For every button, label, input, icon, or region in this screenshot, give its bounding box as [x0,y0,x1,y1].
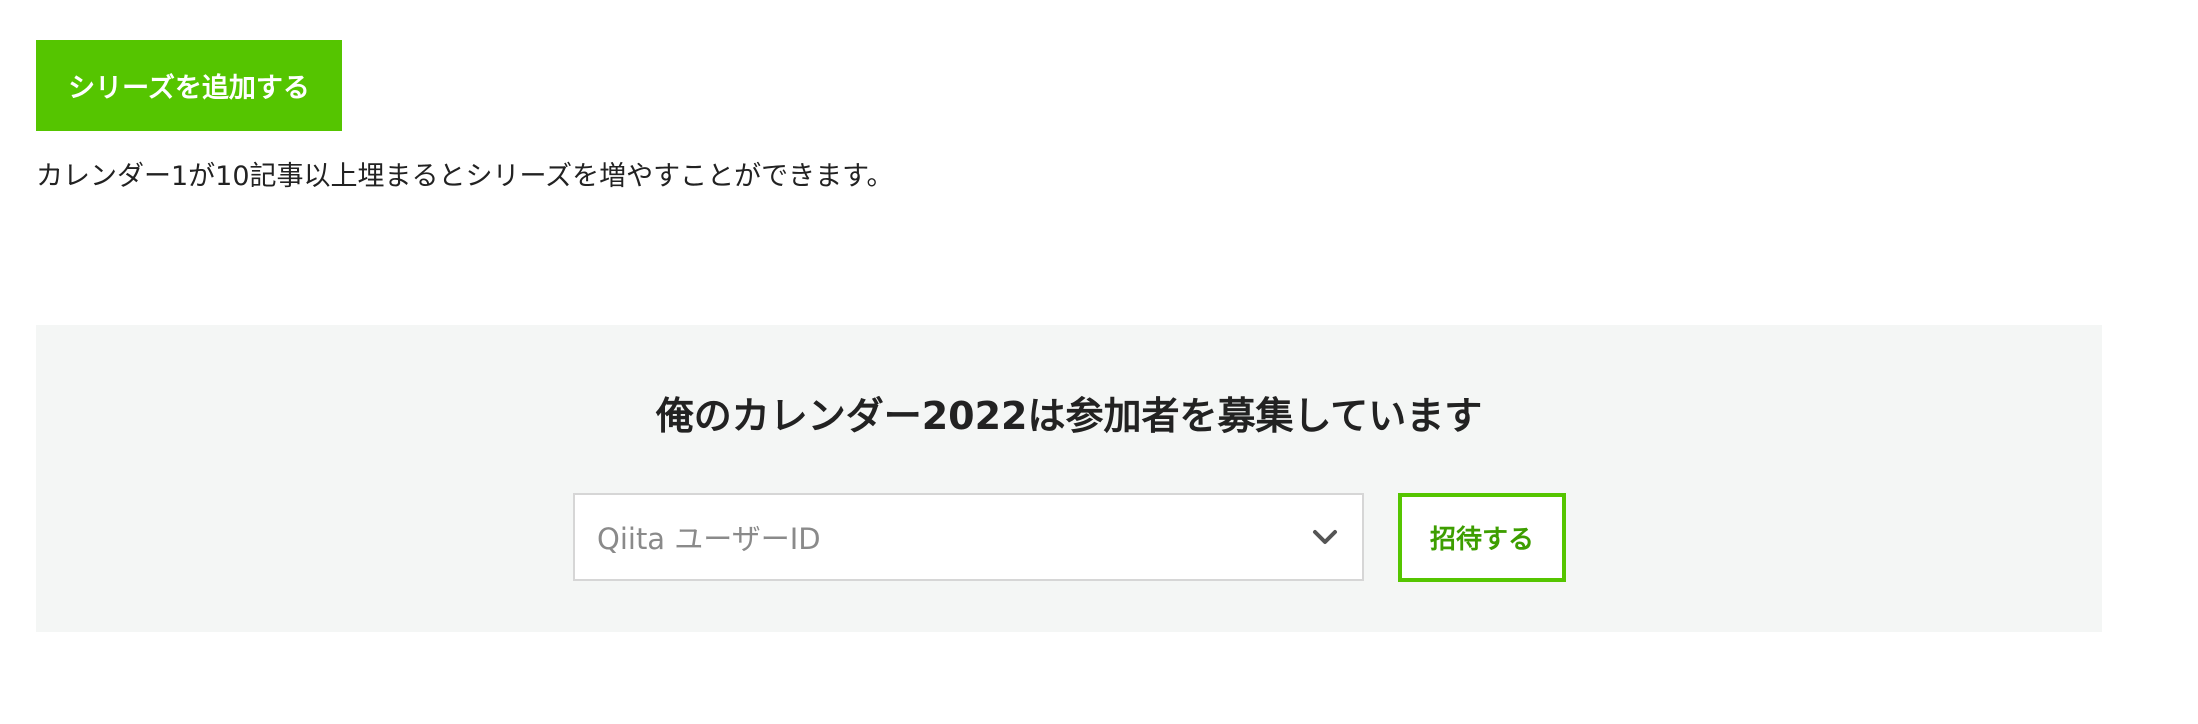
add-series-button[interactable]: シリーズを追加する [36,40,342,131]
participant-recruit-panel: 俺のカレンダー2022は参加者を募集しています Qiita ユーザーID 招待す… [36,325,2102,632]
invite-button[interactable]: 招待する [1398,493,1566,582]
series-limit-note: カレンダー1が10記事以上埋まるとシリーズを増やすことができます。 [36,161,894,192]
recruit-title: 俺のカレンダー2022は参加者を募集しています [655,394,1483,438]
user-select-placeholder: Qiita ユーザーID [597,522,821,556]
chevron-down-icon [1310,527,1340,547]
page: シリーズを追加する カレンダー1が10記事以上埋まるとシリーズを増やすことができ… [0,0,2198,724]
qiita-user-id-select[interactable]: Qiita ユーザーID [573,493,1364,581]
